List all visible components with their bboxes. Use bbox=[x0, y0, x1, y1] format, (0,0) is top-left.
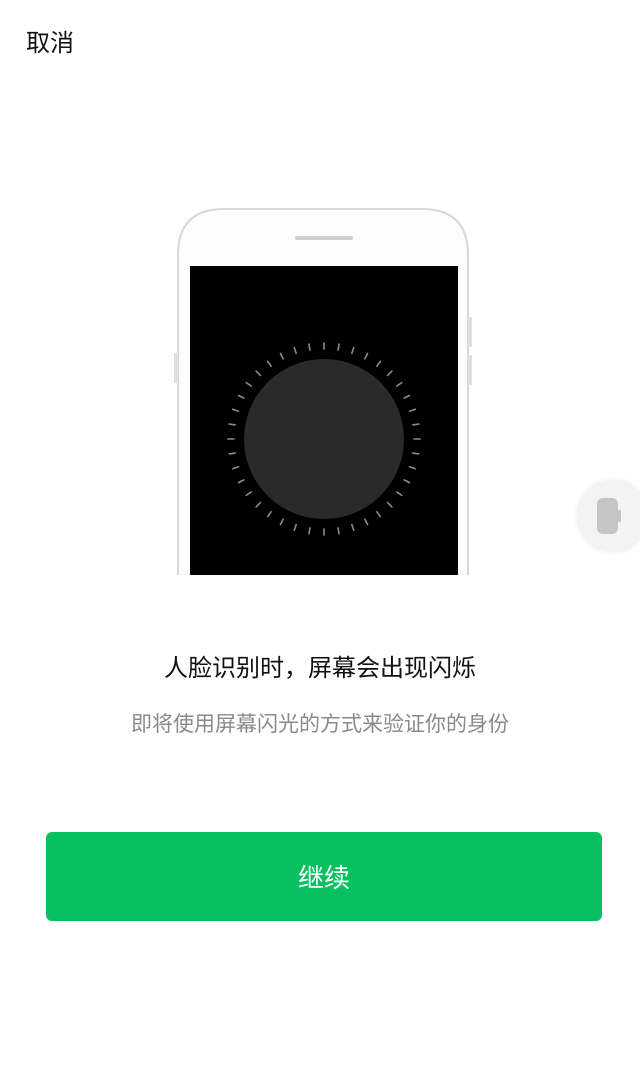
page-title: 人脸识别时，屏幕会出现闪烁 bbox=[164, 654, 476, 682]
continue-button[interactable]: 继续 bbox=[46, 832, 602, 921]
face-scan-tick bbox=[337, 343, 340, 351]
face-scan-tick bbox=[228, 423, 236, 426]
face-scan-tick bbox=[337, 527, 340, 535]
phone-side-button-right bbox=[468, 317, 472, 347]
face-scan-tick bbox=[308, 343, 311, 351]
floating-window-handle-nub bbox=[618, 510, 621, 522]
face-scan-tick bbox=[412, 452, 420, 455]
phone-illustration bbox=[172, 205, 474, 575]
phone-side-button-left bbox=[174, 353, 178, 383]
floating-window-handle-body bbox=[597, 498, 618, 534]
face-scan-tick bbox=[228, 452, 236, 455]
page-subtitle: 即将使用屏幕闪光的方式来验证你的身份 bbox=[131, 712, 509, 736]
face-scan-circle bbox=[244, 359, 404, 519]
phone-side-button-right-2 bbox=[468, 355, 472, 385]
face-scan-tick bbox=[412, 423, 420, 426]
phone-speaker bbox=[295, 236, 353, 240]
floating-window-handle-icon[interactable] bbox=[578, 481, 640, 551]
cancel-button[interactable]: 取消 bbox=[26, 26, 74, 60]
face-scan-tick bbox=[308, 527, 311, 535]
